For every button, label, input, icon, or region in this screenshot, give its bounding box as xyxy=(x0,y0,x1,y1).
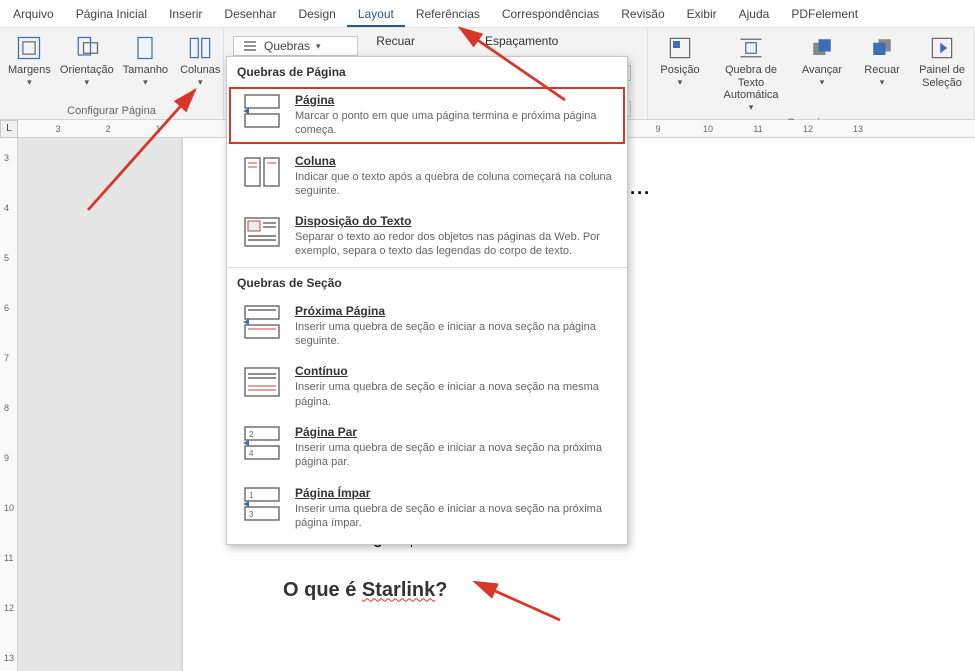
menu-revisao[interactable]: Revisão xyxy=(610,1,675,27)
svg-text:3: 3 xyxy=(249,510,254,519)
menu-design[interactable]: Design xyxy=(287,1,346,27)
page-break-icon xyxy=(241,93,283,129)
wrap-text-icon xyxy=(737,34,765,62)
svg-text:1: 1 xyxy=(249,491,254,500)
margins-icon xyxy=(15,34,43,62)
wrap-text-button[interactable]: Quebra de Texto Automática▾ xyxy=(714,32,788,115)
bring-forward-icon xyxy=(808,34,836,62)
ruler-corner[interactable]: L xyxy=(0,120,18,138)
bring-forward-button[interactable]: Avançar▾ xyxy=(796,32,848,90)
chevron-down-icon: ▾ xyxy=(198,77,203,88)
svg-text:4: 4 xyxy=(249,449,254,458)
menu-inserir[interactable]: Inserir xyxy=(158,1,213,27)
svg-text:2: 2 xyxy=(249,430,254,439)
menu-desenhar[interactable]: Desenhar xyxy=(213,1,287,27)
dd-item-coluna[interactable]: Coluna Indicar que o texto após a quebra… xyxy=(227,146,627,207)
menu-pagina-inicial[interactable]: Página Inicial xyxy=(65,1,158,27)
selection-pane-button[interactable]: Painel de Seleção xyxy=(916,32,968,91)
menu-arquivo[interactable]: Arquivo xyxy=(2,1,65,27)
breaks-dropdown-panel: Quebras de Página Página Marcar o ponto … xyxy=(226,56,628,545)
size-icon xyxy=(131,34,159,62)
ribbon-group-page-setup: Margens ▾ Orientação ▾ Tamanho ▾ Colunas… xyxy=(0,28,224,119)
breaks-icon xyxy=(242,39,258,53)
orientation-button[interactable]: Orientação ▾ xyxy=(61,32,113,90)
dd-section-title-section: Quebras de Seção xyxy=(227,267,627,296)
columns-icon xyxy=(186,34,214,62)
margins-button[interactable]: Margens ▾ xyxy=(6,32,53,90)
dd-item-pagina[interactable]: Página Marcar o ponto em que uma página … xyxy=(227,85,627,146)
odd-page-section-icon: 13 xyxy=(241,486,283,522)
even-page-section-icon: 24 xyxy=(241,425,283,461)
menu-ajuda[interactable]: Ajuda xyxy=(728,1,781,27)
menu-exibir[interactable]: Exibir xyxy=(676,1,728,27)
breaks-dropdown-button[interactable]: Quebras ▾ xyxy=(233,36,358,56)
chevron-down-icon: ▾ xyxy=(85,77,90,88)
menu-correspondencias[interactable]: Correspondências xyxy=(491,1,610,27)
size-button[interactable]: Tamanho ▾ xyxy=(121,32,170,90)
menu-layout[interactable]: Layout xyxy=(347,1,405,27)
continuous-section-icon xyxy=(241,364,283,400)
orientation-icon xyxy=(73,34,101,62)
dd-item-pagina-impar[interactable]: 13 Página Ímpar Inserir uma quebra de se… xyxy=(227,478,627,539)
chevron-down-icon: ▾ xyxy=(27,77,32,88)
chevron-down-icon: ▾ xyxy=(316,41,321,52)
menu-referencias[interactable]: Referências xyxy=(405,1,491,27)
ruler-vertical[interactable]: 3 4 5 6 7 8 9 10 11 12 13 xyxy=(0,138,18,671)
columns-button[interactable]: Colunas ▾ xyxy=(178,32,222,90)
ribbon-group-arrange: Posição▾ Quebra de Texto Automática▾ Ava… xyxy=(648,28,975,119)
dd-item-proxima-pagina[interactable]: Próxima Página Inserir uma quebra de seç… xyxy=(227,296,627,357)
heading-2: O que é Starlink? xyxy=(283,579,923,602)
next-page-section-icon xyxy=(241,304,283,340)
dd-item-disposicao[interactable]: Disposição do Texto Separar o texto ao r… xyxy=(227,206,627,267)
indent-label: Recuar xyxy=(376,34,415,48)
spacing-label: Espaçamento xyxy=(485,34,558,48)
selection-pane-icon xyxy=(928,34,956,62)
dd-item-pagina-par[interactable]: 24 Página Par Inserir uma quebra de seçã… xyxy=(227,417,627,478)
dd-item-continuo[interactable]: Contínuo Inserir uma quebra de seção e i… xyxy=(227,356,627,417)
position-icon xyxy=(666,34,694,62)
menu-pdfelement[interactable]: PDFelement xyxy=(780,1,869,27)
dd-section-title-page: Quebras de Página xyxy=(227,57,627,85)
page-setup-group-label: Configurar Página xyxy=(6,103,217,117)
text-wrap-break-icon xyxy=(241,214,283,250)
send-backward-button[interactable]: Recuar▾ xyxy=(856,32,908,90)
column-break-icon xyxy=(241,154,283,190)
position-button[interactable]: Posição▾ xyxy=(654,32,706,90)
send-backward-icon xyxy=(868,34,896,62)
chevron-down-icon: ▾ xyxy=(143,77,148,88)
menu-bar: Arquivo Página Inicial Inserir Desenhar … xyxy=(0,0,975,28)
